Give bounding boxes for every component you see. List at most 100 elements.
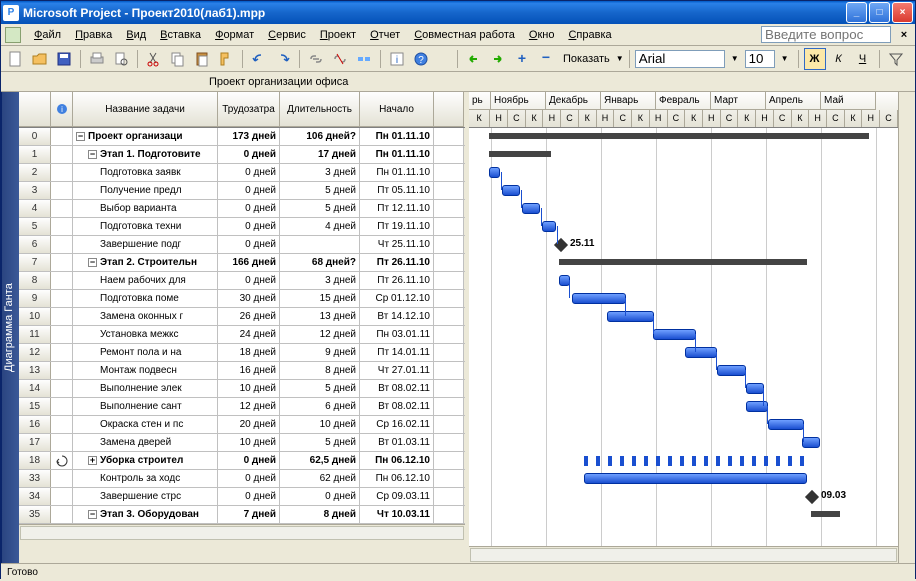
task-name-cell[interactable]: Монтаж подвесн bbox=[73, 362, 218, 379]
hide-subtasks-button[interactable]: − bbox=[535, 48, 557, 70]
duration-cell[interactable]: 13 дней bbox=[280, 308, 360, 325]
extra-cell[interactable] bbox=[434, 218, 464, 235]
week-header[interactable]: С bbox=[614, 110, 632, 128]
format-painter-button[interactable] bbox=[215, 48, 237, 70]
start-cell[interactable]: Пт 14.01.11 bbox=[360, 344, 434, 361]
row-number[interactable]: 34 bbox=[19, 488, 51, 505]
menu-Сервис[interactable]: Сервис bbox=[261, 27, 313, 43]
table-row[interactable]: 18+Уборка строител0 дней62,5 днейПн 06.1… bbox=[19, 452, 465, 470]
summary-bar[interactable] bbox=[489, 151, 551, 157]
start-cell[interactable]: Вт 08.02.11 bbox=[360, 380, 434, 397]
duration-cell[interactable]: 5 дней bbox=[280, 200, 360, 217]
expand-toggle[interactable]: − bbox=[88, 258, 97, 267]
show-label[interactable]: Показать bbox=[559, 53, 614, 65]
row-number[interactable]: 35 bbox=[19, 506, 51, 523]
task-bar[interactable] bbox=[717, 365, 746, 376]
task-name-cell[interactable]: Замена дверей bbox=[73, 434, 218, 451]
task-name-cell[interactable]: Выполнение сант bbox=[73, 398, 218, 415]
gantt-hscroll[interactable] bbox=[469, 546, 898, 563]
week-header[interactable]: С bbox=[827, 110, 845, 128]
task-bar[interactable] bbox=[653, 329, 696, 340]
task-bar[interactable] bbox=[802, 437, 820, 448]
duration-cell[interactable]: 62 дней bbox=[280, 470, 360, 487]
start-cell[interactable]: Вт 08.02.11 bbox=[360, 398, 434, 415]
task-name-cell[interactable]: Замена оконных г bbox=[73, 308, 218, 325]
expand-toggle[interactable]: − bbox=[88, 150, 97, 159]
work-cell[interactable]: 16 дней bbox=[218, 362, 280, 379]
extra-cell[interactable] bbox=[434, 344, 464, 361]
month-header[interactable]: Апрель bbox=[766, 92, 821, 110]
start-cell[interactable]: Чт 25.11.10 bbox=[360, 236, 434, 253]
copy-button[interactable] bbox=[167, 48, 189, 70]
task-bar[interactable] bbox=[746, 401, 768, 412]
duration-cell[interactable]: 10 дней bbox=[280, 416, 360, 433]
menu-Формат[interactable]: Формат bbox=[208, 27, 261, 43]
preview-button[interactable] bbox=[110, 48, 132, 70]
row-number[interactable]: 13 bbox=[19, 362, 51, 379]
rolled-up-bar[interactable] bbox=[584, 455, 809, 467]
task-name-cell[interactable]: Выполнение элек bbox=[73, 380, 218, 397]
week-header[interactable]: С bbox=[561, 110, 579, 128]
task-name-cell[interactable]: Завершение подг bbox=[73, 236, 218, 253]
extra-cell[interactable] bbox=[434, 308, 464, 325]
col-duration[interactable]: Длительность bbox=[280, 92, 360, 127]
row-number[interactable]: 3 bbox=[19, 182, 51, 199]
work-cell[interactable]: 30 дней bbox=[218, 290, 280, 307]
start-cell[interactable]: Пт 19.11.10 bbox=[360, 218, 434, 235]
menu-Совместная работа[interactable]: Совместная работа bbox=[407, 27, 522, 43]
row-number[interactable]: 12 bbox=[19, 344, 51, 361]
duration-cell[interactable]: 15 дней bbox=[280, 290, 360, 307]
extra-cell[interactable] bbox=[434, 506, 464, 523]
month-header[interactable]: Декабрь bbox=[546, 92, 601, 110]
row-number[interactable]: 16 bbox=[19, 416, 51, 433]
task-bar[interactable] bbox=[502, 185, 520, 196]
work-cell[interactable]: 24 дней bbox=[218, 326, 280, 343]
mdi-close-button[interactable]: × bbox=[897, 29, 911, 41]
extra-cell[interactable] bbox=[434, 290, 464, 307]
table-row[interactable]: 0−Проект организаци173 дней106 дней?Пн 0… bbox=[19, 128, 465, 146]
link-button[interactable] bbox=[305, 48, 327, 70]
work-cell[interactable]: 18 дней bbox=[218, 344, 280, 361]
table-row[interactable]: 5Подготовка техни0 дней4 днейПт 19.11.10 bbox=[19, 218, 465, 236]
col-start[interactable]: Начало bbox=[360, 92, 434, 127]
work-cell[interactable]: 0 дней bbox=[218, 218, 280, 235]
table-row[interactable]: 1−Этап 1. Подготовите0 дней17 днейПн 01.… bbox=[19, 146, 465, 164]
task-bar[interactable] bbox=[685, 347, 717, 358]
week-header[interactable]: Н bbox=[650, 110, 668, 128]
week-header[interactable]: К bbox=[469, 110, 490, 128]
task-bar[interactable] bbox=[607, 311, 654, 322]
extra-cell[interactable] bbox=[434, 182, 464, 199]
col-rownum[interactable] bbox=[19, 92, 51, 127]
start-cell[interactable]: Пн 01.11.10 bbox=[360, 128, 434, 145]
duration-cell[interactable]: 8 дней bbox=[280, 506, 360, 523]
week-header[interactable]: С bbox=[880, 110, 898, 128]
row-number[interactable]: 18 bbox=[19, 452, 51, 469]
row-number[interactable]: 14 bbox=[19, 380, 51, 397]
duration-cell[interactable]: 5 дней bbox=[280, 182, 360, 199]
week-header[interactable]: Н bbox=[862, 110, 880, 128]
week-header[interactable]: Н bbox=[809, 110, 827, 128]
start-cell[interactable]: Пн 01.11.10 bbox=[360, 146, 434, 163]
start-cell[interactable]: Вт 14.12.10 bbox=[360, 308, 434, 325]
work-cell[interactable]: 0 дней bbox=[218, 200, 280, 217]
indent-button[interactable] bbox=[487, 48, 509, 70]
work-cell[interactable]: 0 дней bbox=[218, 452, 280, 469]
row-number[interactable]: 4 bbox=[19, 200, 51, 217]
task-name-cell[interactable]: Выбор варианта bbox=[73, 200, 218, 217]
start-cell[interactable]: Пт 26.11.10 bbox=[360, 272, 434, 289]
undo-button[interactable] bbox=[248, 48, 270, 70]
cut-button[interactable] bbox=[143, 48, 165, 70]
extra-cell[interactable] bbox=[434, 434, 464, 451]
size-combo[interactable] bbox=[745, 50, 775, 68]
work-cell[interactable]: 12 дней bbox=[218, 398, 280, 415]
row-number[interactable]: 11 bbox=[19, 326, 51, 343]
task-bar[interactable] bbox=[542, 221, 556, 232]
duration-cell[interactable]: 4 дней bbox=[280, 218, 360, 235]
menu-Вид[interactable]: Вид bbox=[119, 27, 153, 43]
extra-cell[interactable] bbox=[434, 416, 464, 433]
work-cell[interactable]: 26 дней bbox=[218, 308, 280, 325]
task-bar[interactable] bbox=[584, 473, 807, 484]
extra-cell[interactable] bbox=[434, 398, 464, 415]
work-cell[interactable]: 0 дней bbox=[218, 470, 280, 487]
unlink-button[interactable] bbox=[329, 48, 351, 70]
